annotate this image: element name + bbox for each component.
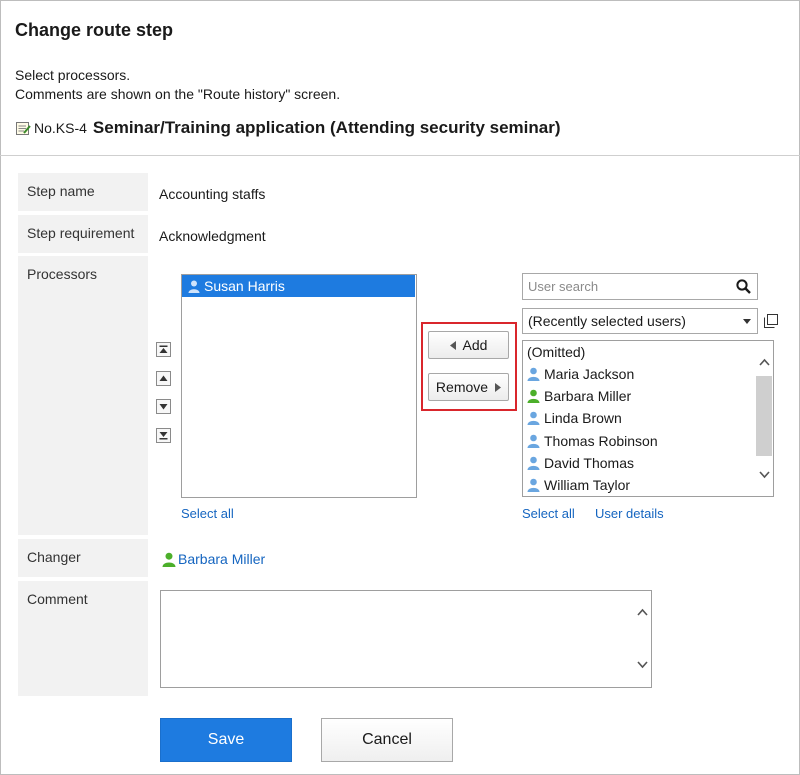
comment-label-text: Comment xyxy=(27,591,88,607)
user-details-link[interactable]: User details xyxy=(595,506,664,521)
user-icon xyxy=(527,389,540,403)
candidate-item[interactable]: Barbara Miller xyxy=(527,385,631,407)
user-group-select[interactable]: (Recently selected users) xyxy=(522,308,758,334)
comment-field[interactable] xyxy=(160,590,652,688)
cancel-button[interactable]: Cancel xyxy=(321,718,453,762)
step-requirement-label-text: Step requirement xyxy=(27,225,135,241)
changer-label: Changer xyxy=(18,539,148,577)
selected-processors-list[interactable] xyxy=(181,274,417,498)
candidates-select-all-link[interactable]: Select all xyxy=(522,506,575,521)
triangle-right-icon xyxy=(495,382,502,392)
add-button-label: Add xyxy=(462,337,488,353)
user-icon xyxy=(527,434,540,448)
user-group-selected: (Recently selected users) xyxy=(528,313,686,329)
remove-button[interactable]: Remove xyxy=(428,373,509,401)
application-header: No.KS-4 Seminar/Training application (At… xyxy=(15,117,561,139)
candidate-item[interactable]: William Taylor xyxy=(527,474,630,496)
changer-label-text: Changer xyxy=(27,549,81,565)
changer-name-link[interactable]: Barbara Miller xyxy=(178,551,265,567)
application-form-icon xyxy=(15,120,31,136)
user-icon xyxy=(527,367,540,381)
candidate-item[interactable]: Maria Jackson xyxy=(527,363,634,385)
scroll-thumb[interactable] xyxy=(756,376,772,456)
step-requirement-value: Acknowledgment xyxy=(159,228,266,244)
move-bottom-icon xyxy=(159,432,168,440)
open-window-icon[interactable] xyxy=(764,314,778,331)
move-up-button[interactable] xyxy=(156,371,171,386)
comment-label: Comment xyxy=(18,581,148,696)
user-icon xyxy=(527,411,540,425)
comment-textarea[interactable] xyxy=(161,591,631,683)
user-icon xyxy=(162,552,176,567)
changer-value[interactable]: Barbara Miller xyxy=(162,551,265,567)
move-to-bottom-button[interactable] xyxy=(156,428,171,443)
candidate-name: Barbara Miller xyxy=(544,388,632,404)
candidate-name: William Taylor xyxy=(544,477,631,493)
header-divider xyxy=(0,155,800,156)
candidate-name: Maria Jackson xyxy=(544,366,635,382)
move-down-button[interactable] xyxy=(156,399,171,414)
scroll-down-icon[interactable] xyxy=(759,469,770,480)
candidate-item[interactable]: David Thomas xyxy=(527,452,634,474)
user-search-field[interactable] xyxy=(522,273,758,300)
step-requirement-label: Step requirement xyxy=(18,215,148,253)
scroll-up-icon[interactable] xyxy=(637,607,648,618)
scroll-down-icon[interactable] xyxy=(637,659,648,670)
selected-processor-item[interactable]: Susan Harris xyxy=(182,275,415,297)
move-down-icon xyxy=(159,404,168,410)
step-name-value: Accounting staffs xyxy=(159,186,266,202)
search-icon[interactable] xyxy=(736,279,751,297)
instruction-line-2: Comments are shown on the "Route history… xyxy=(15,86,341,102)
application-number: No.KS-4 xyxy=(34,120,87,136)
candidate-item[interactable]: Thomas Robinson xyxy=(527,430,658,452)
step-name-label: Step name xyxy=(18,173,148,211)
candidate-item[interactable]: Linda Brown xyxy=(527,407,622,429)
user-icon xyxy=(188,280,200,293)
selected-processor-name: Susan Harris xyxy=(204,278,285,294)
user-icon xyxy=(527,478,540,492)
processors-label: Processors xyxy=(18,256,148,535)
instruction-line-1: Select processors. xyxy=(15,67,131,83)
triangle-left-icon xyxy=(449,340,456,350)
add-button[interactable]: Add xyxy=(428,331,509,359)
user-search-input[interactable] xyxy=(528,279,728,294)
candidate-name: Thomas Robinson xyxy=(544,433,658,449)
page-title: Change route step xyxy=(15,20,174,40)
application-title: Seminar/Training application (Attending … xyxy=(92,118,561,137)
remove-button-label: Remove xyxy=(435,379,489,395)
scroll-up-icon[interactable] xyxy=(759,357,770,368)
candidate-name: (Omitted) xyxy=(527,344,586,360)
move-to-top-button[interactable] xyxy=(156,342,171,357)
candidate-users-list[interactable]: (Omitted) Maria Jackson Barbara Miller L… xyxy=(522,340,774,497)
candidate-item-omitted[interactable]: (Omitted) xyxy=(527,341,585,363)
save-button[interactable]: Save xyxy=(160,718,292,762)
step-name-label-text: Step name xyxy=(27,183,95,199)
user-icon xyxy=(527,456,540,470)
processors-select-all-link[interactable]: Select all xyxy=(181,506,234,521)
candidate-name: David Thomas xyxy=(544,455,635,471)
move-top-icon xyxy=(159,345,168,353)
chevron-down-icon xyxy=(743,319,751,324)
move-up-icon xyxy=(159,375,168,381)
processors-label-text: Processors xyxy=(27,266,98,282)
candidate-name: Linda Brown xyxy=(544,410,622,426)
candidate-list-scrollbar[interactable] xyxy=(756,341,773,496)
